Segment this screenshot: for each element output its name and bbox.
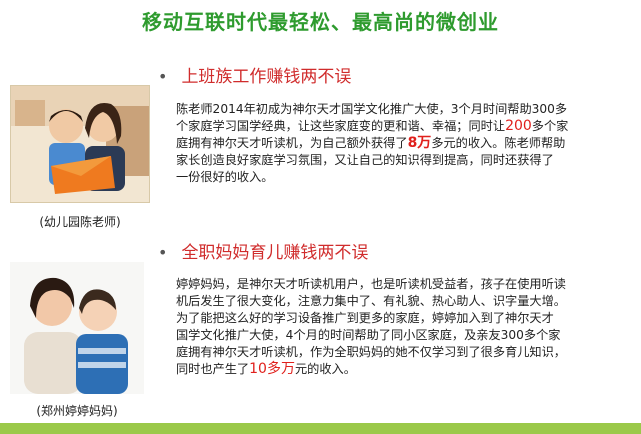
paragraph-line: 同时也产生了10多万元的收入。 [176, 361, 356, 377]
paragraph-line: 个家庭学习国学经典，让这些家庭变的更和谐、幸福；同时让200多个家 [176, 118, 569, 134]
highlight-number: 10多万 [249, 361, 295, 377]
section2-caption: (郑州婷婷妈妈) [36, 404, 118, 418]
page-title: 移动互联时代最轻松、最高尚的微创业 [142, 10, 499, 34]
section1-caption: (幼儿园陈老师) [39, 215, 121, 229]
paragraph-line: 一份很好的收入。 [176, 170, 274, 184]
mother-child-photo [10, 262, 144, 394]
highlight-number: 200 [505, 118, 532, 134]
section1-paragraph: 陈老师2014年初成为神尔天才国学文化推广大使，3个月时间帮助300多 个家庭学… [176, 101, 636, 186]
section1-heading-row: • 上班族工作赚钱两不误 [158, 62, 351, 87]
paragraph-line: 庭拥有神尔天才听读机，为自己额外获得了8万多元的收入。陈老师帮助 [176, 135, 566, 151]
bullet-icon: • [158, 243, 168, 262]
paragraph-line: 机后发生了很大变化，注意力集中了、有礼貌、热心助人、识字量大增。 [176, 294, 566, 308]
paragraph-line: 为了能把这么好的学习设备推广到更多的家庭，婷婷加入到了神尔天才 [176, 311, 554, 325]
paragraph-line: 庭拥有神尔天才听读机，作为全职妈妈的她不仅学习到了很多育儿知识， [176, 345, 566, 359]
highlight-number: 8万 [407, 135, 432, 151]
bullet-icon: • [158, 67, 168, 86]
paragraph-line: 家长创造良好家庭学习氛围，又让自己的知识得到提高，同时还获得了 [176, 153, 554, 167]
paragraph-line: 国学文化推广大使，4个月的时间帮助了同小区家庭，及亲友300多个家 [176, 328, 561, 342]
paragraph-line: 婷婷妈妈，是神尔天才听读机用户，也是听读机受益者，孩子在使用听读 [176, 277, 566, 291]
section1-heading: 上班族工作赚钱两不误 [181, 67, 352, 87]
teacher-photo [10, 85, 150, 203]
footer-bar [0, 423, 641, 434]
section2-heading-row: • 全职妈妈育儿赚钱两不误 [158, 238, 368, 263]
paragraph-line: 陈老师2014年初成为神尔天才国学文化推广大使，3个月时间帮助300多 [176, 102, 568, 116]
section2-heading: 全职妈妈育儿赚钱两不误 [181, 243, 369, 263]
section2-paragraph: 婷婷妈妈，是神尔天才听读机用户，也是听读机受益者，孩子在使用听读 机后发生了很大… [176, 276, 636, 378]
